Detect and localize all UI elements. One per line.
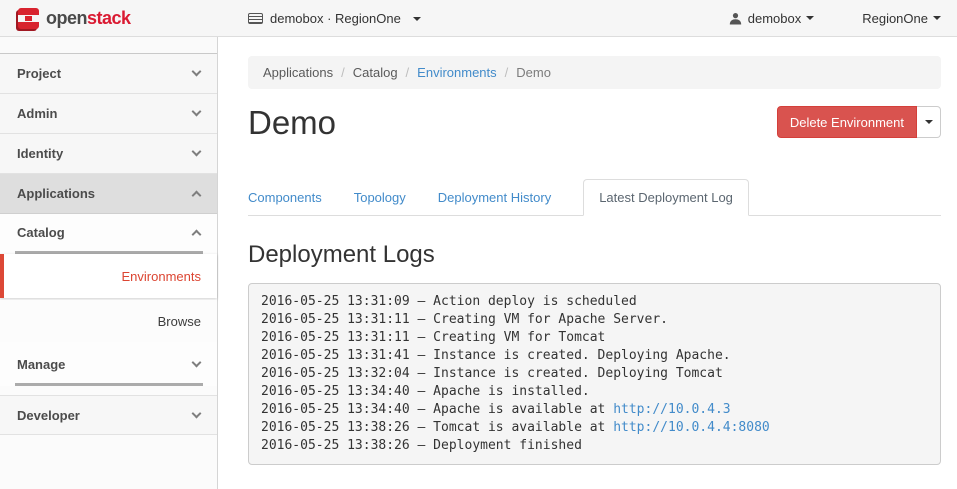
sidebar-item-identity[interactable]: Identity <box>0 134 217 174</box>
main-content: Applications / Catalog / Environments / … <box>219 37 957 489</box>
chevron-down-icon <box>192 147 202 157</box>
sidebar-item-label: Applications <box>17 186 95 201</box>
sidebar-group-label: Manage <box>17 357 65 372</box>
environment-actions: Delete Environment <box>777 106 941 138</box>
log-link[interactable]: http://10.0.4.3 <box>613 402 730 417</box>
page-title: Demo <box>248 101 336 145</box>
log-line: 2016-05-25 13:34:40 — Apache is availabl… <box>261 401 928 419</box>
sidebar-group-catalog-heading[interactable]: Catalog <box>0 214 217 251</box>
log-line: 2016-05-25 13:32:04 — Instance is create… <box>261 365 928 383</box>
sidebar-item-label: Developer <box>17 408 80 423</box>
log-line: 2016-05-25 13:38:26 — Deployment finishe… <box>261 437 928 455</box>
breadcrumb-item-catalog[interactable]: Catalog <box>353 65 398 80</box>
deployment-logs-heading: Deployment Logs <box>248 241 941 269</box>
user-icon <box>729 12 742 25</box>
sidebar-item-environments[interactable]: Environments <box>0 254 217 298</box>
tab-components[interactable]: Components <box>248 180 322 215</box>
tab-topology[interactable]: Topology <box>354 180 406 215</box>
chevron-down-icon <box>806 16 814 20</box>
sidebar-group-label: Catalog <box>17 225 65 240</box>
chevron-down-icon <box>192 107 202 117</box>
log-line: 2016-05-25 13:31:41 — Instance is create… <box>261 347 928 365</box>
breadcrumb-separator: / <box>505 65 509 80</box>
sidebar-item-label: Browse <box>158 314 201 329</box>
panel-icon <box>248 13 263 24</box>
breadcrumb-item-applications[interactable]: Applications <box>263 65 333 80</box>
delete-environment-button[interactable]: Delete Environment <box>777 106 917 138</box>
openstack-logo-text: openstack <box>46 8 131 29</box>
sidebar-item-admin[interactable]: Admin <box>0 94 217 134</box>
chevron-down-icon <box>192 358 202 368</box>
log-line: 2016-05-25 13:38:26 — Tomcat is availabl… <box>261 419 928 437</box>
sidebar-item-label: Admin <box>17 106 57 121</box>
top-navbar: openstack demobox · RegionOne demobox Re… <box>0 0 957 37</box>
log-link[interactable]: http://10.0.4.4:8080 <box>613 420 770 435</box>
deployment-log-output: 2016-05-25 13:31:09 — Action deploy is s… <box>248 283 941 465</box>
page-header: Demo Delete Environment <box>248 101 941 145</box>
sidebar-top-stub <box>0 37 217 54</box>
breadcrumb-separator: / <box>406 65 410 80</box>
openstack-logo[interactable]: openstack <box>18 8 131 29</box>
region-menu[interactable]: RegionOne <box>862 11 941 26</box>
sidebar-item-label: Identity <box>17 146 63 161</box>
breadcrumb-separator: / <box>341 65 345 80</box>
chevron-down-icon <box>933 16 941 20</box>
tab-latest-deployment-log[interactable]: Latest Deployment Log <box>583 179 749 216</box>
caret-down-icon <box>925 120 933 124</box>
log-line: 2016-05-25 13:31:11 — Creating VM for To… <box>261 329 928 347</box>
sidebar-item-developer[interactable]: Developer <box>0 395 217 435</box>
actions-dropdown-button[interactable] <box>917 106 941 138</box>
log-line: 2016-05-25 13:31:09 — Action deploy is s… <box>261 293 928 311</box>
sidebar-group-catalog: Catalog Environments Browse Manage <box>0 214 217 386</box>
chevron-down-icon <box>192 408 202 418</box>
sidebar-item-project[interactable]: Project <box>0 54 217 94</box>
user-menu[interactable]: demobox <box>729 11 814 26</box>
tab-bar: Components Topology Deployment History L… <box>248 179 941 216</box>
sidebar-item-label: Environments <box>122 269 201 284</box>
log-line: 2016-05-25 13:34:40 — Apache is installe… <box>261 383 928 401</box>
sidebar-item-browse[interactable]: Browse <box>0 300 217 342</box>
breadcrumb-item-demo: Demo <box>516 65 551 80</box>
user-menu-label: demobox <box>748 11 801 26</box>
log-line: 2016-05-25 13:31:11 — Creating VM for Ap… <box>261 311 928 329</box>
sidebar-item-applications[interactable]: Applications <box>0 174 217 214</box>
sidebar-item-label: Project <box>17 66 61 81</box>
chevron-down-icon <box>192 67 202 77</box>
breadcrumb-item-environments[interactable]: Environments <box>417 65 496 80</box>
tab-deployment-history[interactable]: Deployment History <box>438 180 551 215</box>
switcher-label: demobox · RegionOne <box>270 11 401 26</box>
sidebar-nav: Project Admin Identity Applications Cata… <box>0 37 218 489</box>
topbar-right-menus: demobox RegionOne <box>729 11 941 26</box>
chevron-up-icon <box>192 230 202 240</box>
openstack-cube-icon <box>18 8 39 29</box>
group-divider <box>15 383 203 386</box>
chevron-down-icon <box>413 17 421 21</box>
project-region-switcher[interactable]: demobox · RegionOne <box>248 0 421 37</box>
sidebar-group-manage-heading[interactable]: Manage <box>0 346 217 383</box>
breadcrumb: Applications / Catalog / Environments / … <box>248 56 941 89</box>
region-menu-label: RegionOne <box>862 11 928 26</box>
chevron-up-icon <box>192 191 202 201</box>
